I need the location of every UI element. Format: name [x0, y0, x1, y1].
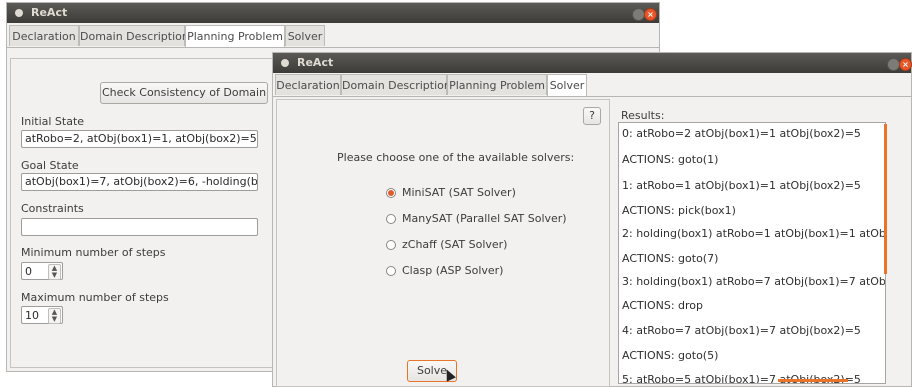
horizontal-scrollbar[interactable] [778, 379, 848, 382]
solver-option-label: zChaff (SAT Solver) [402, 238, 508, 251]
results-label: Results: [621, 109, 665, 122]
max-steps-spinner[interactable]: 10 ▲ ▼ [21, 306, 63, 324]
back-window-titlebar[interactable]: ReAct × [7, 3, 659, 23]
result-line: 2: holding(box1) atRobo=1 atObj(box1)=1 … [622, 227, 886, 240]
tab-solver[interactable]: Solver [285, 25, 325, 46]
vertical-scrollbar[interactable] [884, 124, 887, 274]
close-icon[interactable]: × [644, 8, 657, 21]
result-line: 3: holding(box1) atRobo=7 atObj(box1)=7 … [622, 275, 886, 288]
help-button[interactable]: ? [583, 107, 601, 125]
tab-solver[interactable]: Solver [547, 74, 587, 96]
result-line: ACTIONS: goto(5) [622, 349, 719, 362]
tab-domain-description[interactable]: Domain Description [341, 74, 451, 95]
back-tabbar: Declaration Domain Description Planning … [7, 25, 659, 48]
result-line: 1: atRobo=1 atObj(box1)=1 atObj(box2)=5 [622, 179, 861, 192]
radio-icon[interactable] [386, 266, 396, 276]
goal-state-label: Goal State [21, 159, 79, 172]
front-tabbar: Declaration Domain Description Planning … [273, 74, 911, 97]
goal-state-input[interactable]: atObj(box1)=7, atObj(box2)=6, -holding(b… [21, 173, 258, 191]
constraints-input[interactable] [21, 218, 258, 236]
solver-prompt: Please choose one of the available solve… [337, 151, 575, 164]
app-menu-icon[interactable] [15, 9, 23, 17]
spinner-arrows-icon[interactable]: ▲ ▼ [48, 264, 61, 280]
front-window-title: ReAct [297, 56, 334, 69]
tab-domain-description[interactable]: Domain Description [79, 25, 189, 46]
back-window-title: ReAct [31, 6, 68, 19]
tab-declaration[interactable]: Declaration [9, 25, 79, 46]
min-steps-spinner[interactable]: 0 ▲ ▼ [21, 262, 63, 280]
max-steps-value: 10 [25, 309, 39, 322]
tab-declaration[interactable]: Declaration [275, 74, 341, 95]
spinner-arrows-icon[interactable]: ▲ ▼ [48, 308, 61, 324]
result-line: ACTIONS: goto(1) [622, 153, 719, 166]
result-line: ACTIONS: pick(box1) [622, 204, 736, 217]
min-steps-value: 0 [25, 265, 32, 278]
front-window-titlebar[interactable]: ReAct × [273, 53, 912, 73]
result-line: ACTIONS: goto(7) [622, 252, 719, 265]
initial-state-label: Initial State [21, 115, 85, 128]
check-consistency-button[interactable]: Check Consistency of Domain [100, 82, 268, 104]
solver-option-label: MiniSAT (SAT Solver) [402, 186, 516, 199]
radio-icon[interactable] [386, 240, 396, 250]
result-line: 0: atRobo=2 atObj(box1)=1 atObj(box2)=5 [622, 127, 861, 140]
close-icon[interactable]: × [899, 58, 912, 71]
tab-planning-problem[interactable]: Planning Problem [185, 25, 285, 47]
results-list[interactable]: 0: atRobo=2 atObj(box1)=1 atObj(box2)=5 … [618, 122, 886, 384]
result-line: ACTIONS: drop [622, 299, 704, 312]
solver-option-label: Clasp (ASP Solver) [402, 264, 504, 277]
radio-selected-icon[interactable] [386, 188, 396, 198]
solver-option-label: ManySAT (Parallel SAT Solver) [402, 212, 567, 225]
app-menu-icon[interactable] [281, 59, 289, 67]
min-steps-label: Minimum number of steps [21, 246, 166, 259]
initial-state-input[interactable]: atRobo=2, atObj(box1)=1, atObj(box2)=5, … [21, 130, 258, 148]
max-steps-label: Maximum number of steps [21, 291, 169, 304]
constraints-label: Constraints [21, 202, 84, 215]
tab-planning-problem[interactable]: Planning Problem [447, 74, 547, 95]
radio-icon[interactable] [386, 214, 396, 224]
planning-problem-panel: Check Consistency of Domain Initial Stat… [10, 58, 276, 368]
result-line: 4: atRobo=7 atObj(box1)=7 atObj(box2)=5 [622, 324, 861, 337]
